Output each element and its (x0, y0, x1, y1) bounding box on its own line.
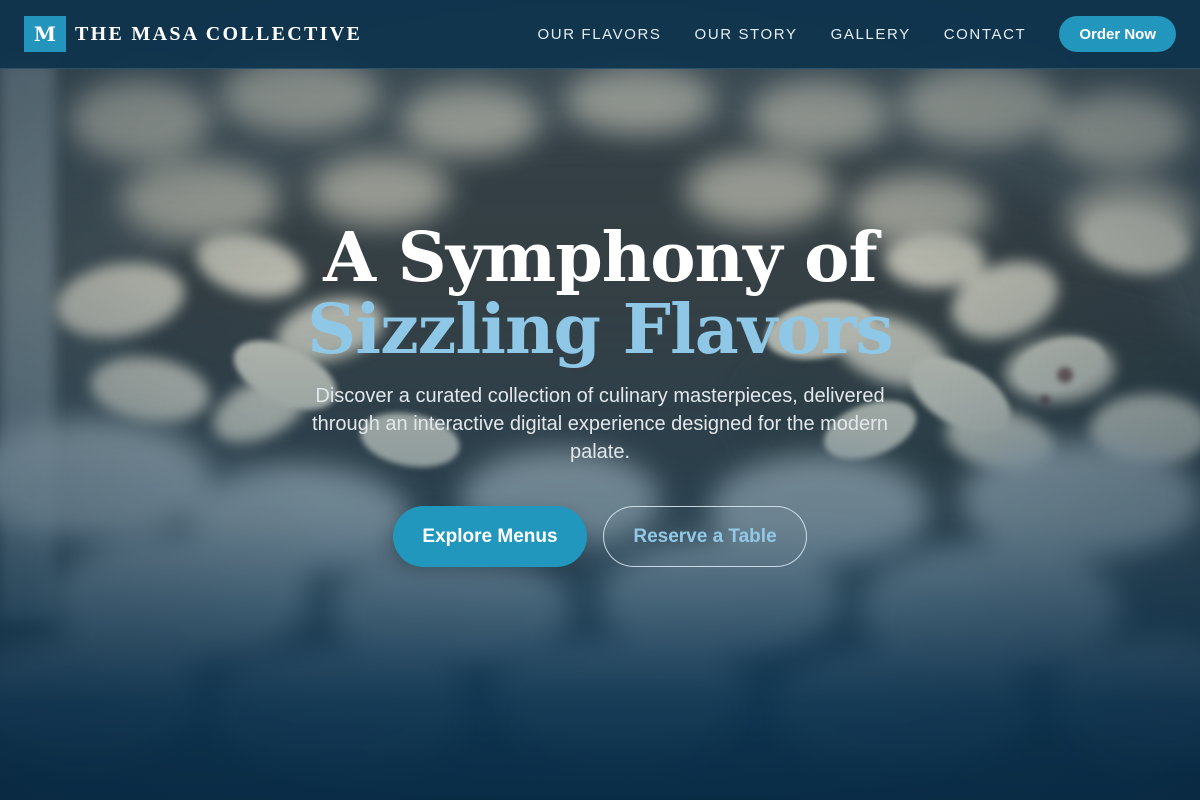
hero-title: A Symphony of Sizzling Flavors (307, 218, 894, 370)
brand[interactable]: M THE MASA COLLECTIVE (24, 16, 362, 52)
hero-title-line-2: Sizzling Flavors (307, 290, 894, 370)
brand-logo-mark: M (24, 16, 66, 52)
hero-title-line-1: A Symphony of (323, 218, 878, 298)
brand-name: THE MASA COLLECTIVE (75, 22, 363, 45)
order-now-button[interactable]: Order Now (1059, 16, 1176, 52)
explore-menus-button[interactable]: Explore Menus (393, 506, 587, 567)
hero-section: A Symphony of Sizzling Flavors Discover … (0, 222, 1200, 567)
nav-links: OUR FLAVORS OUR STORY GALLERY CONTACT (538, 26, 1027, 43)
hero-description: Discover a curated collection of culinar… (312, 385, 888, 463)
nav-link-gallery[interactable]: GALLERY (831, 26, 911, 43)
nav-link-our-flavors[interactable]: OUR FLAVORS (538, 26, 662, 43)
nav-link-our-story[interactable]: OUR STORY (695, 26, 798, 43)
top-navbar: M THE MASA COLLECTIVE OUR FLAVORS OUR ST… (0, 0, 1200, 69)
nav-link-contact[interactable]: CONTACT (944, 26, 1027, 43)
hero-cta-row: Explore Menus Reserve a Table (393, 506, 807, 567)
landing-page: M THE MASA COLLECTIVE OUR FLAVORS OUR ST… (0, 0, 1200, 800)
reserve-table-button[interactable]: Reserve a Table (603, 506, 807, 567)
